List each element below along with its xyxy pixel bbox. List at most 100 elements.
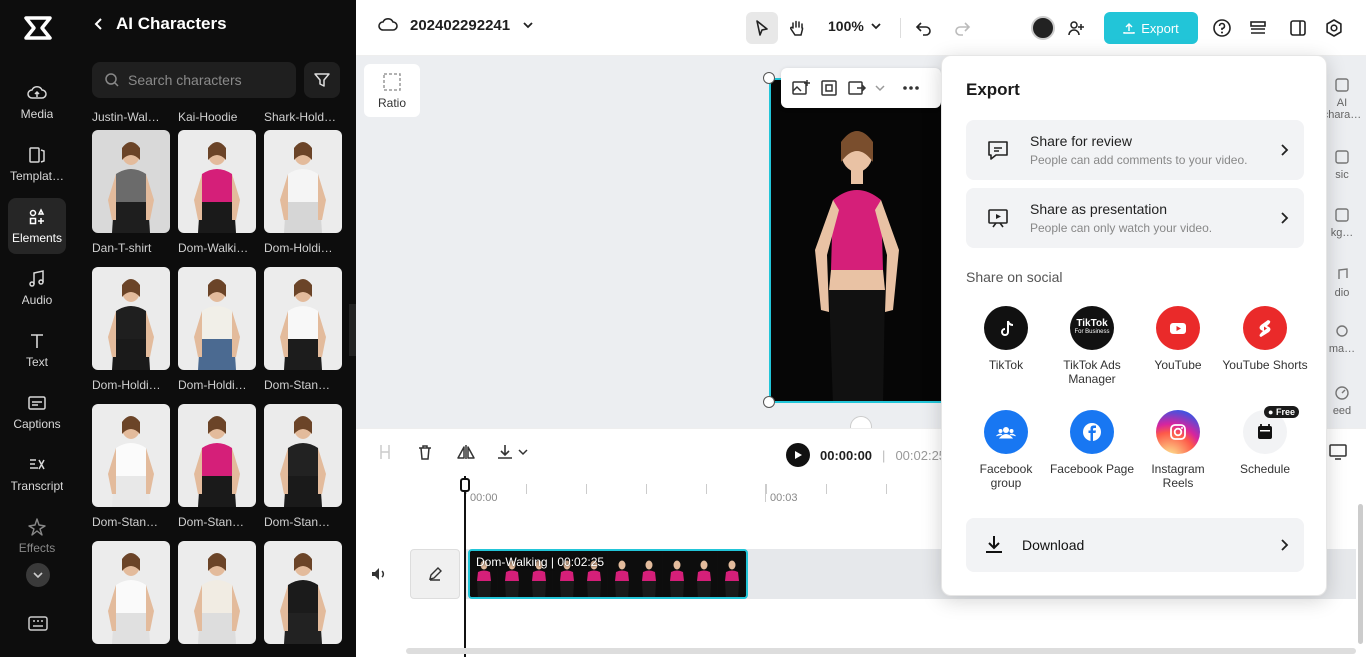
effects-icon: [28, 518, 46, 536]
character-card[interactable]: Dom-Stan…: [178, 404, 256, 533]
download-option[interactable]: Download: [966, 518, 1304, 572]
keyboard-icon[interactable]: [27, 614, 49, 634]
chevron-right-icon: [1281, 212, 1289, 224]
app: Media Templat… Elements Audio Text Captions Tr…: [0, 0, 1366, 657]
hand-tool-button[interactable]: [781, 12, 813, 44]
rail-item-elements[interactable]: Elements: [8, 198, 66, 254]
cover-edit-button[interactable]: [410, 549, 460, 599]
video-preview[interactable]: [769, 78, 944, 403]
rail-item-templat[interactable]: Templat…: [8, 136, 66, 192]
layers-icon: [1250, 21, 1266, 34]
rail-expand-button[interactable]: [26, 563, 50, 587]
search-input[interactable]: [128, 72, 288, 88]
social-youtube-shorts[interactable]: YouTube Shorts: [1222, 306, 1308, 372]
social-name: Facebook Page: [1049, 462, 1135, 476]
select-tool-button[interactable]: [746, 12, 778, 44]
share-as-presentation-option[interactable]: Share as presentation People can only wa…: [966, 188, 1304, 248]
clip-frame: [662, 551, 690, 597]
project-selector[interactable]: 202402292241: [378, 16, 534, 34]
character-card[interactable]: [92, 541, 170, 644]
character-name: Dom-Stan…: [264, 378, 331, 392]
replace-icon[interactable]: [847, 78, 867, 98]
chevron-down-icon[interactable]: [518, 447, 528, 457]
character-label: Justin-Wal…: [92, 110, 160, 124]
help-button[interactable]: [1206, 12, 1238, 44]
character-card[interactable]: Dom-Holdi…: [92, 267, 170, 396]
character-card[interactable]: Dom-Holdi…: [178, 267, 256, 396]
character-label: Shark-Hold…: [264, 110, 337, 124]
crop-icon[interactable]: [819, 78, 839, 98]
character-card[interactable]: Dom-Holdi…: [264, 130, 342, 259]
social-schedule[interactable]: ● Free Schedule: [1222, 406, 1308, 476]
music-icon: [1335, 150, 1349, 164]
search-bar[interactable]: [92, 62, 296, 98]
split-icon[interactable]: [376, 443, 394, 461]
layout-button[interactable]: [1282, 12, 1314, 44]
mute-button[interactable]: [370, 566, 388, 587]
character-card[interactable]: [178, 541, 256, 644]
download-icon[interactable]: [496, 443, 514, 461]
ratio-label: Ratio: [377, 95, 406, 110]
resize-handle[interactable]: [763, 72, 775, 84]
filter-button[interactable]: [304, 62, 340, 98]
invite-button[interactable]: [1060, 12, 1092, 44]
settings-button[interactable]: [1318, 12, 1350, 44]
social-facebook-page[interactable]: Facebook Page: [1049, 410, 1135, 476]
character-card[interactable]: Dom-Stan…: [264, 267, 342, 396]
panel-layout-icon: [1290, 20, 1306, 36]
export-popup: Export Share for review People can add c…: [941, 55, 1327, 596]
rail-item-captions[interactable]: Captions: [8, 384, 66, 440]
chevron-down-icon[interactable]: [875, 83, 885, 93]
social-youtube[interactable]: YouTube: [1135, 306, 1221, 372]
rail-item-label: Audio: [21, 293, 53, 307]
capcut-logo-icon[interactable]: [22, 14, 54, 42]
trash-icon[interactable]: [416, 443, 434, 461]
character-card[interactable]: Dom-Stan…: [92, 404, 170, 533]
rail-item-label: Effects: [18, 541, 56, 555]
zoom-selector[interactable]: 100%: [828, 18, 882, 34]
social-tiktok[interactable]: TikTok: [963, 306, 1049, 372]
vertical-scrollbar[interactable]: [1358, 504, 1363, 644]
back-arrow-icon[interactable]: [92, 17, 106, 31]
social-tiktok-ads-manager[interactable]: TikTok For Business TikTok Ads Manager: [1049, 306, 1135, 386]
rail-item-label: Elements: [11, 231, 63, 245]
avatar[interactable]: [1031, 16, 1055, 40]
social-facebook-group[interactable]: Facebook group: [963, 410, 1049, 490]
playhead[interactable]: [464, 476, 466, 657]
rail-item-media[interactable]: Media: [8, 74, 66, 130]
character-name: Dom-Holdi…: [92, 378, 161, 392]
image-edit-icon[interactable]: [791, 78, 811, 98]
hand-icon: [790, 20, 804, 36]
character-card[interactable]: Dom-Stan…: [264, 404, 342, 533]
rail-item-effects[interactable]: Effects: [8, 508, 66, 564]
rail-item-transcript[interactable]: Transcript: [8, 446, 66, 502]
undo-button[interactable]: [908, 12, 940, 44]
character-card[interactable]: [264, 541, 342, 644]
rail-item-audio[interactable]: Audio: [8, 260, 66, 316]
social-name: Instagram Reels: [1151, 462, 1205, 490]
ai-character-icon: [1335, 78, 1349, 92]
stack-button[interactable]: [1242, 12, 1274, 44]
top-labels-row: Justin-Wal… Kai-Hoodie Shark-Hold…: [92, 110, 342, 130]
resize-handle[interactable]: [763, 396, 775, 408]
flip-icon[interactable]: [456, 443, 476, 461]
clip-frame: [690, 551, 718, 597]
playhead-handle[interactable]: [460, 478, 470, 492]
rail-item-label: Transcript: [10, 479, 64, 493]
character-thumbnail: [178, 404, 256, 507]
character-card[interactable]: Dom-Walki…: [178, 130, 256, 259]
ratio-button[interactable]: Ratio: [364, 64, 420, 117]
social-instagram-reels[interactable]: Instagram Reels: [1135, 410, 1221, 490]
horizontal-scrollbar[interactable]: [406, 648, 1356, 654]
speed-icon: [1335, 386, 1349, 400]
redo-button[interactable]: [946, 12, 978, 44]
video-clip[interactable]: Dom-Walking | 00:02:25: [468, 549, 748, 599]
music-icon: [29, 270, 44, 287]
rail-item-text[interactable]: Text: [8, 322, 66, 378]
monitor-icon[interactable]: [1328, 443, 1348, 461]
more-icon[interactable]: [901, 78, 921, 98]
character-card[interactable]: Dan-T-shirt: [92, 130, 170, 259]
play-button[interactable]: [786, 443, 810, 467]
share-for-review-option[interactable]: Share for review People can add comments…: [966, 120, 1304, 180]
export-button[interactable]: Export: [1104, 12, 1198, 44]
